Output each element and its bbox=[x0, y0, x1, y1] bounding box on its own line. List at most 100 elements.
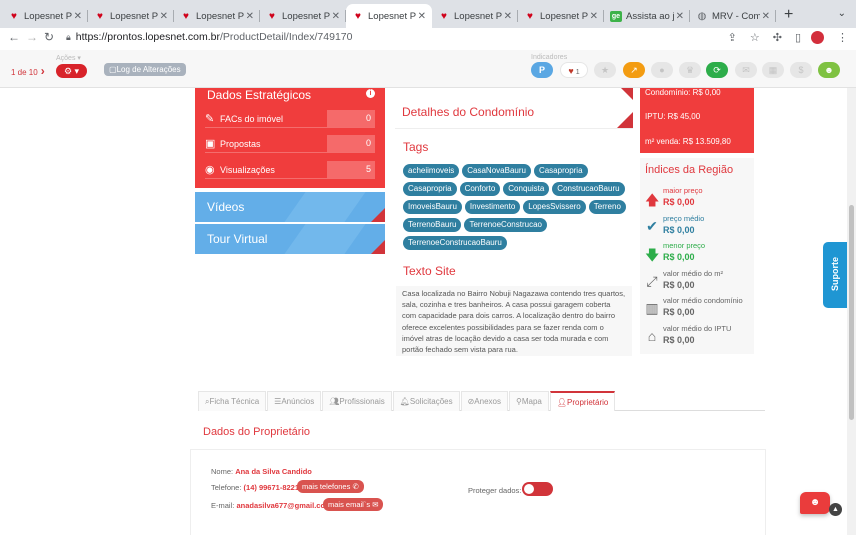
tag[interactable]: Casapropria bbox=[533, 164, 588, 178]
users-icon: 👥︎ bbox=[329, 397, 340, 406]
chevron-right-icon[interactable]: › bbox=[41, 64, 45, 78]
close-icon[interactable]: ✕ bbox=[676, 11, 684, 22]
expand-corner-icon[interactable] bbox=[617, 112, 633, 128]
actions-gear-button[interactable]: ⚙ ▾ bbox=[56, 64, 87, 78]
suporte-button[interactable]: Suporte bbox=[823, 242, 847, 308]
browser-tab[interactable]: ♥Lopesnet Pronto✕ bbox=[260, 4, 346, 28]
tag[interactable]: Investimento bbox=[464, 200, 521, 214]
calendar-icon[interactable]: ▦ bbox=[762, 62, 784, 78]
chevron-down-icon[interactable]: ⌄ bbox=[838, 8, 846, 19]
texto-site-body: Casa localizada no Bairro Nobuji Nagazaw… bbox=[396, 286, 632, 356]
browser-tab[interactable]: ♥Lopesnet Pronto✕ bbox=[88, 4, 174, 28]
extensions-icon[interactable]: ✣ bbox=[773, 31, 782, 44]
tab-solicitacoes[interactable]: 🔔︎Solicitações bbox=[392, 391, 460, 411]
ge-icon: ge bbox=[610, 10, 622, 22]
browser-tab-active[interactable]: ♥Lopesnet Pronto✕ bbox=[346, 4, 432, 28]
tab-profissionais[interactable]: 👥︎Profissionais bbox=[322, 391, 392, 411]
info-icon[interactable]: i bbox=[366, 89, 375, 98]
close-icon[interactable]: ✕ bbox=[160, 11, 168, 22]
share-icon[interactable]: ⇪ bbox=[728, 31, 737, 44]
scrollbar-thumb[interactable] bbox=[849, 205, 854, 420]
tag[interactable]: Conforto bbox=[459, 182, 501, 196]
tag[interactable]: TerrenoeConstrucaoBauru bbox=[403, 236, 507, 250]
log-alteracoes-button[interactable]: ▢Log de Alterações bbox=[104, 63, 186, 76]
proteger-dados-toggle[interactable] bbox=[522, 482, 553, 496]
close-icon[interactable]: ✕ bbox=[74, 11, 82, 22]
tab-ficha-tecnica[interactable]: ⌕Ficha Técnica bbox=[198, 391, 267, 411]
tag[interactable]: ConstrucaoBauru bbox=[552, 182, 625, 196]
gear-icon[interactable] bbox=[371, 208, 385, 222]
mais-emails-button[interactable]: mais email`s ✉ bbox=[323, 498, 384, 511]
tag[interactable]: CasaNovaBauru bbox=[462, 164, 531, 178]
record-pager[interactable]: 1 de 10 › bbox=[11, 64, 45, 78]
tab-mapa[interactable]: ⚲Mapa bbox=[508, 391, 549, 411]
star-icon[interactable]: ☆ bbox=[750, 31, 760, 44]
user-icon[interactable]: ● bbox=[651, 62, 673, 78]
tag[interactable]: LopesSvissero bbox=[523, 200, 586, 214]
tag[interactable]: Casapropria bbox=[403, 182, 457, 196]
scroll-top-button[interactable]: ▲ bbox=[829, 503, 842, 516]
close-icon[interactable]: ✕ bbox=[590, 11, 598, 22]
mail-icon[interactable]: ✉ bbox=[735, 62, 757, 78]
tab-anexos[interactable]: ⊘Anexos bbox=[460, 391, 508, 411]
tour-virtual-tile[interactable]: Tour Virtual bbox=[195, 224, 385, 254]
chevron-up-icon: ▲ bbox=[832, 506, 839, 513]
new-tab-button[interactable]: + bbox=[776, 4, 801, 28]
mais-telefones-button[interactable]: mais telefones ✆ bbox=[297, 480, 364, 493]
chat-bot-button[interactable]: ☻ bbox=[800, 492, 830, 514]
forward-arrow-icon[interactable]: → bbox=[26, 30, 44, 44]
gear-icon[interactable] bbox=[371, 240, 385, 254]
tag[interactable]: Conquista bbox=[503, 182, 550, 196]
tag[interactable]: ImoveisBauru bbox=[403, 200, 462, 214]
browser-toolbar: ← → ↻ 🔒︎ https://prontos.lopesnet.com.br… bbox=[0, 28, 856, 46]
bot-icon[interactable]: ☻ bbox=[818, 62, 840, 78]
indicadores-label: Indicadores bbox=[531, 54, 568, 61]
browser-tab[interactable]: ◍MRV - Compra✕ bbox=[690, 4, 776, 28]
browser-tab[interactable]: geAssista ao jogo✕ bbox=[604, 4, 690, 28]
tab-proprietario[interactable]: 👤︎Proprietário bbox=[549, 391, 616, 411]
indicator-favorites[interactable]: ♥ 1 bbox=[560, 62, 588, 78]
menu-dots-icon[interactable]: ⋮ bbox=[837, 31, 848, 44]
detail-tabs: ⌕Ficha Técnica ☰Anúncios 👥︎Profissionais… bbox=[198, 391, 765, 411]
dados-estrategicos-title: Dados Estratégicos bbox=[207, 88, 312, 102]
browser-tab[interactable]: ♥Lopesnet Pronto✕ bbox=[432, 4, 518, 28]
dollar-icon[interactable]: $ bbox=[790, 62, 812, 78]
tag[interactable]: acheiimoveis bbox=[403, 164, 460, 178]
close-icon[interactable]: ✕ bbox=[332, 11, 340, 22]
check-icon: ✔ bbox=[646, 218, 658, 234]
facs-row[interactable]: ✎ FACs do imóvel 0 bbox=[205, 110, 375, 128]
back-arrow-icon[interactable]: ← bbox=[8, 30, 26, 44]
chart-icon[interactable]: ↗ bbox=[623, 62, 645, 78]
tag[interactable]: TerrenoeConstrucao bbox=[464, 218, 547, 232]
browser-tab[interactable]: ♥Lopesnet Pronto✕ bbox=[174, 4, 260, 28]
close-icon[interactable]: ✕ bbox=[762, 11, 770, 22]
indicator-p[interactable]: P bbox=[531, 62, 553, 78]
browser-tab[interactable]: ♥Lopesnet Pronto✕ bbox=[2, 4, 88, 28]
videos-tile[interactable]: Vídeos bbox=[195, 192, 385, 222]
refresh-icon[interactable]: ⟳ bbox=[706, 62, 728, 78]
trophy-icon[interactable]: ♛ bbox=[679, 62, 701, 78]
sidebar-icon[interactable]: ▯ bbox=[795, 31, 801, 44]
browser-tab[interactable]: ♥Lopesnet Pronto✕ bbox=[518, 4, 604, 28]
star-icon[interactable]: ★ bbox=[594, 62, 616, 78]
tab-anuncios[interactable]: ☰Anúncios bbox=[267, 391, 322, 411]
close-icon[interactable]: ✕ bbox=[504, 11, 512, 22]
arrow-up-icon: 🡅 bbox=[645, 192, 660, 208]
close-icon[interactable]: ✕ bbox=[418, 11, 426, 22]
tag[interactable]: TerrenoBauru bbox=[403, 218, 462, 232]
profile-avatar[interactable] bbox=[811, 30, 824, 44]
close-icon[interactable]: ✕ bbox=[246, 11, 254, 22]
tag[interactable]: Terreno bbox=[588, 200, 626, 214]
condominio-title: Detalhes do Condomínio bbox=[402, 105, 535, 119]
collapse-corner-icon[interactable] bbox=[621, 88, 633, 100]
visualizacoes-row[interactable]: ◉ Visualizações 5 bbox=[205, 161, 375, 179]
reload-icon[interactable]: ↻ bbox=[44, 30, 62, 44]
address-bar[interactable]: https://prontos.lopesnet.com.br/ProductD… bbox=[76, 31, 715, 43]
bell-icon: 🔔︎ bbox=[399, 397, 410, 406]
propostas-row[interactable]: ▣ Propostas 0 bbox=[205, 135, 375, 153]
resize-icon: ⤢ bbox=[646, 273, 658, 289]
tags-list: acheiimoveis CasaNovaBauru Casapropria C… bbox=[403, 164, 633, 250]
lock-icon[interactable]: 🔒︎ bbox=[66, 32, 71, 43]
eye-icon: ◉ bbox=[205, 164, 215, 176]
heart-icon: ♥ bbox=[355, 10, 361, 22]
